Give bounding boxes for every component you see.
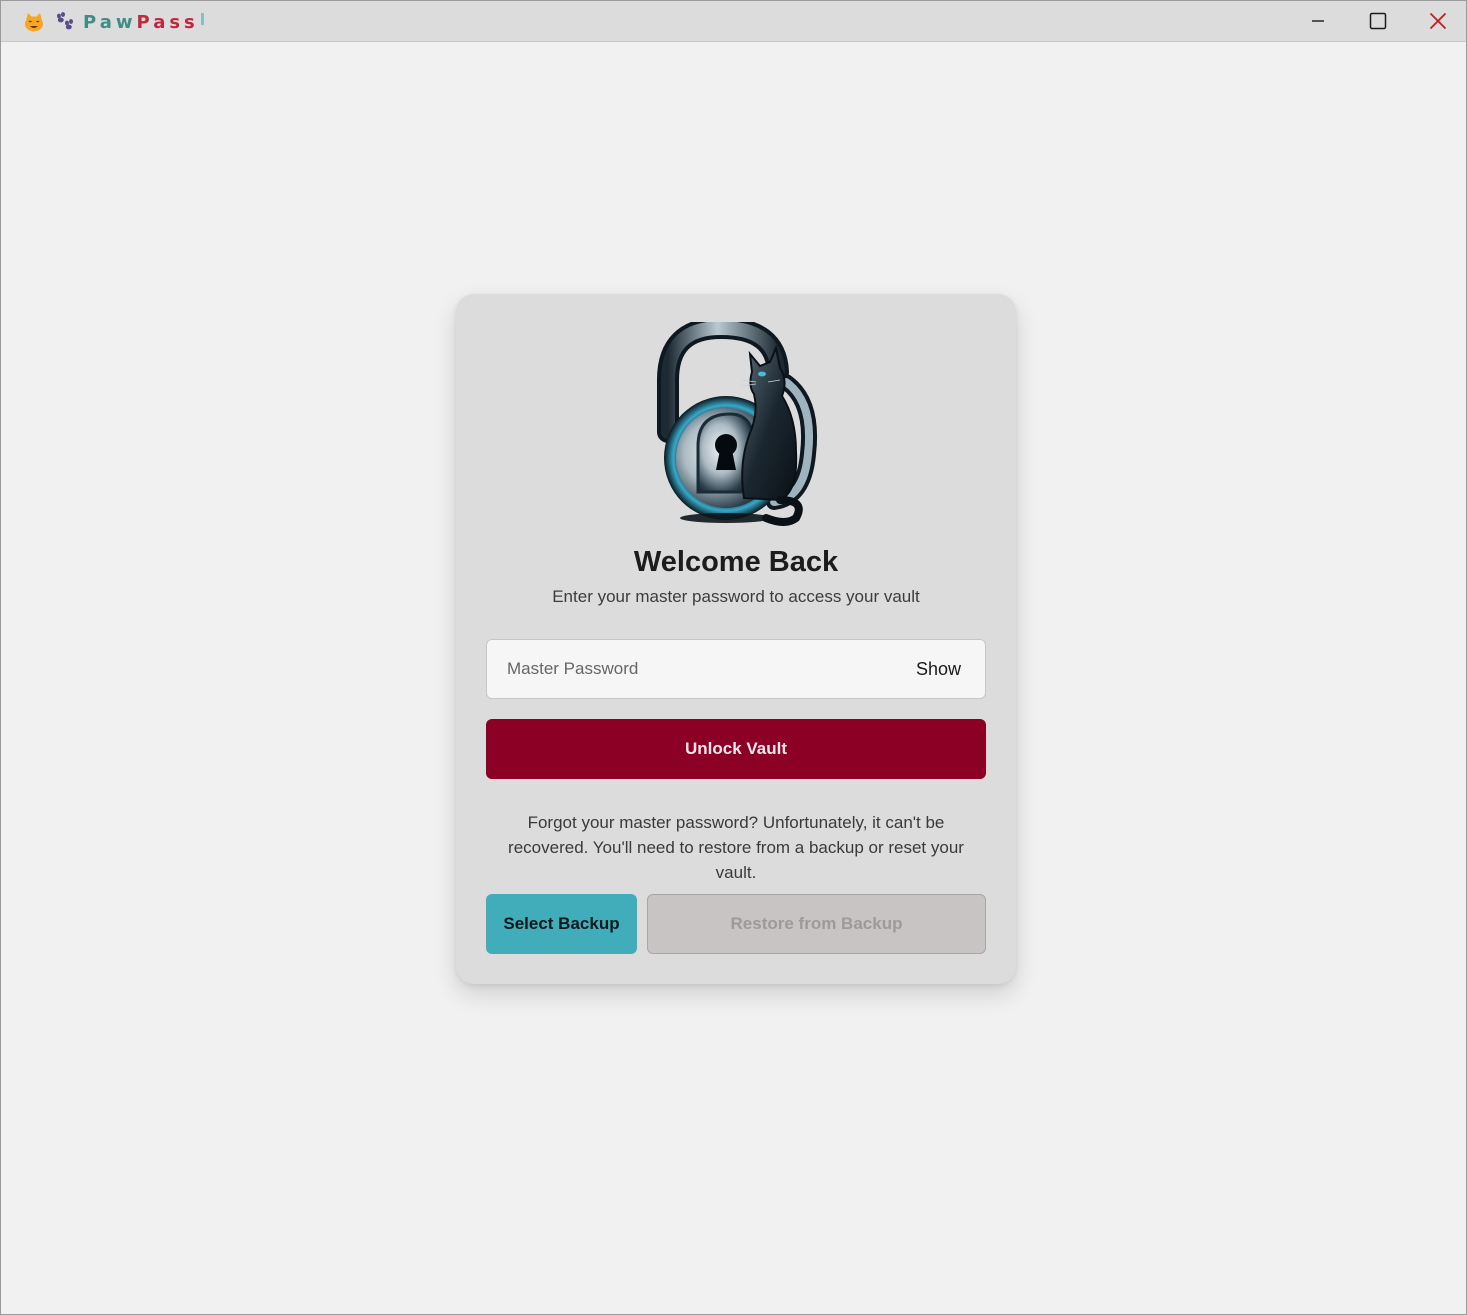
title-accent-mark xyxy=(200,13,204,25)
unlock-vault-button[interactable]: Unlock Vault xyxy=(486,719,986,779)
minimize-icon xyxy=(1312,20,1324,22)
show-password-button[interactable]: Show xyxy=(916,640,961,698)
master-password-input[interactable] xyxy=(507,640,887,698)
minimize-button[interactable] xyxy=(1288,1,1348,41)
page-subtitle: Enter your master password to access you… xyxy=(552,587,920,606)
cat-face-icon xyxy=(25,13,43,32)
close-button[interactable] xyxy=(1408,1,1466,41)
title-bar[interactable]: Paw Pass xyxy=(1,1,1466,42)
master-password-field[interactable]: Show xyxy=(486,639,986,699)
paw-prints-icon xyxy=(57,12,73,30)
app-title-pass: Pass xyxy=(136,11,199,33)
cat-padlock-logo-icon xyxy=(657,322,818,526)
app-title: Paw Pass xyxy=(23,9,204,35)
page-title: Welcome Back xyxy=(633,546,839,578)
close-icon xyxy=(1429,12,1447,30)
maximize-button[interactable] xyxy=(1348,1,1408,41)
login-card: Welcome Back Enter your master password … xyxy=(456,294,1016,984)
restore-from-backup-button[interactable]: Restore from Backup xyxy=(647,894,986,954)
app-window: Paw Pass Welcome Back Enter your master … xyxy=(0,0,1467,1315)
forgot-password-notice: Forgot your master password? Unfortunate… xyxy=(508,813,964,882)
select-backup-button[interactable]: Select Backup xyxy=(486,894,637,954)
app-title-paw: Paw xyxy=(83,11,137,33)
maximize-icon xyxy=(1369,12,1387,30)
